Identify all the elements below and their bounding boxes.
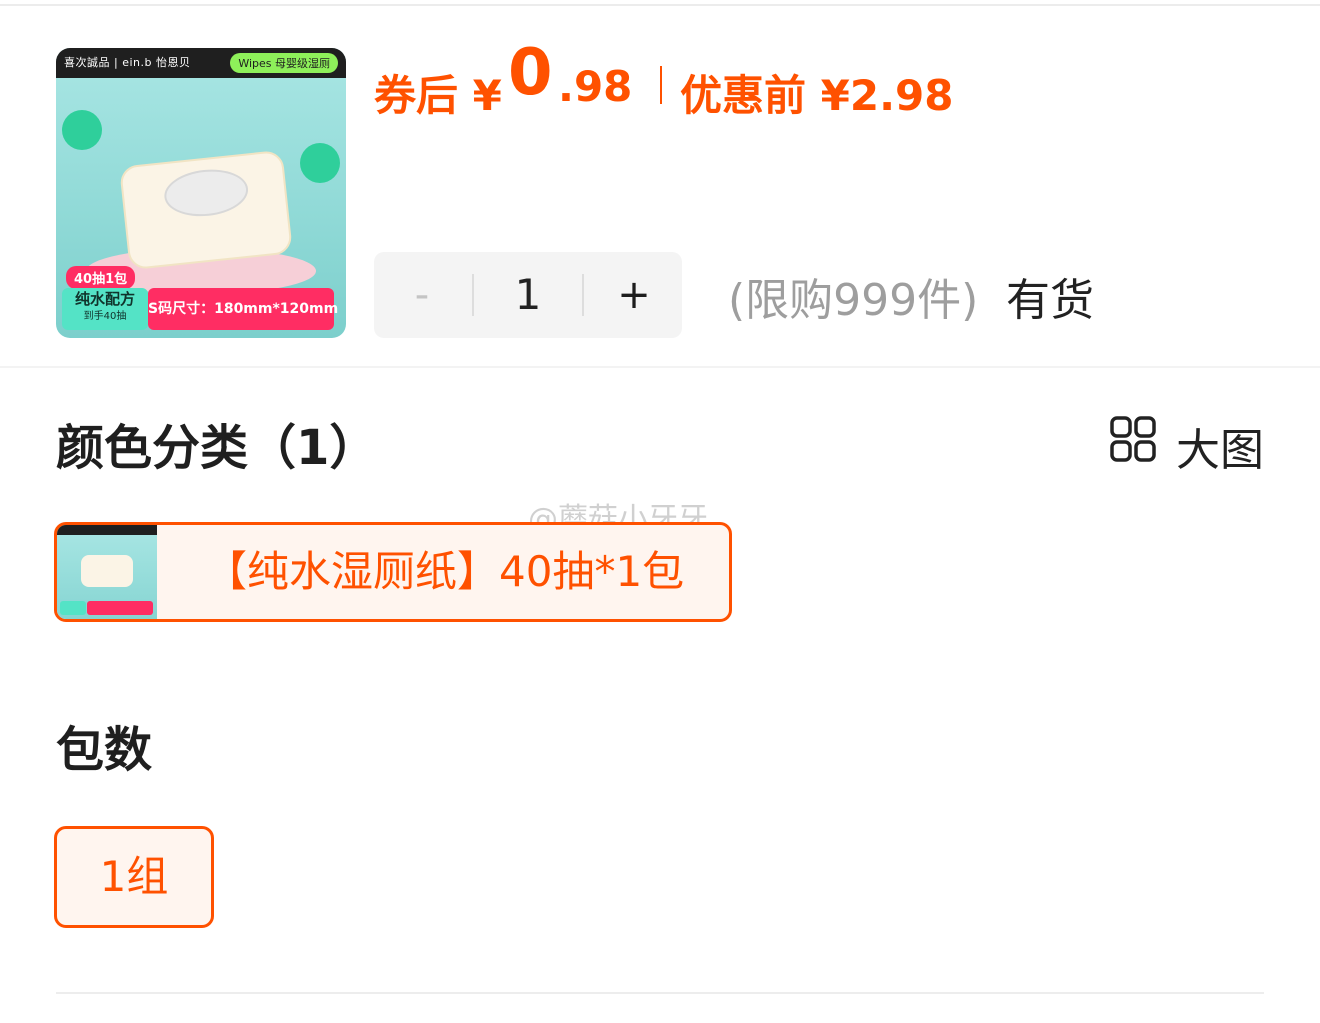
price-divider xyxy=(660,66,662,104)
tree-decoration xyxy=(62,110,102,150)
purchase-limit: (限购999件) xyxy=(728,275,979,326)
section-divider xyxy=(0,366,1320,368)
stock-status: 有货 xyxy=(1006,275,1094,326)
stepper-separator xyxy=(582,274,584,316)
decrease-button[interactable]: - xyxy=(374,252,470,338)
top-divider xyxy=(0,4,1320,6)
pure-water-badge: 纯水配方 到手40抽 xyxy=(62,288,148,330)
before-discount-price: 优惠前 ¥2.98 xyxy=(680,71,954,120)
pure-water-line2: 到手40抽 xyxy=(83,311,127,322)
tree-decoration xyxy=(300,143,340,183)
quantity-value[interactable]: 1 xyxy=(474,252,582,338)
wipes-package xyxy=(119,149,293,271)
option-thumbnail xyxy=(57,525,157,619)
product-image[interactable]: 喜次誠品 | ein.b 怡恩贝 Wipes 母婴级湿厕 40抽1包 纯水配方 … xyxy=(56,48,346,338)
pack-option[interactable]: 1组 xyxy=(54,826,214,928)
count-badge: 40抽1包 xyxy=(66,266,136,289)
after-coupon-price-dec: .98 xyxy=(558,62,633,111)
pack-section-title: 包数 xyxy=(56,722,153,778)
quantity-stepper: - 1 + xyxy=(374,252,682,338)
pure-water-line1: 纯水配方 xyxy=(74,290,135,308)
wipes-tag: Wipes 母婴级湿厕 xyxy=(230,53,338,73)
large-view-label: 大图 xyxy=(1176,425,1264,476)
bottom-divider xyxy=(56,992,1264,994)
color-option-label: 【纯水湿厕纸】40抽*1包 xyxy=(205,547,685,596)
size-badge: S码尺寸：180mm*120mm xyxy=(148,288,338,330)
after-coupon-price-int: 0 xyxy=(508,36,553,110)
after-coupon-label: 券后 ¥ xyxy=(374,71,502,120)
brand-text: 喜次誠品 | ein.b 怡恩贝 xyxy=(64,56,191,69)
color-section-title: 颜色分类（1） xyxy=(56,420,378,476)
brand-bar: 喜次誠品 | ein.b 怡恩贝 Wipes 母婴级湿厕 xyxy=(56,48,346,78)
color-option[interactable]: 【纯水湿厕纸】40抽*1包 xyxy=(54,522,732,622)
increase-button[interactable]: + xyxy=(586,252,682,338)
grid-icon xyxy=(1110,416,1156,462)
